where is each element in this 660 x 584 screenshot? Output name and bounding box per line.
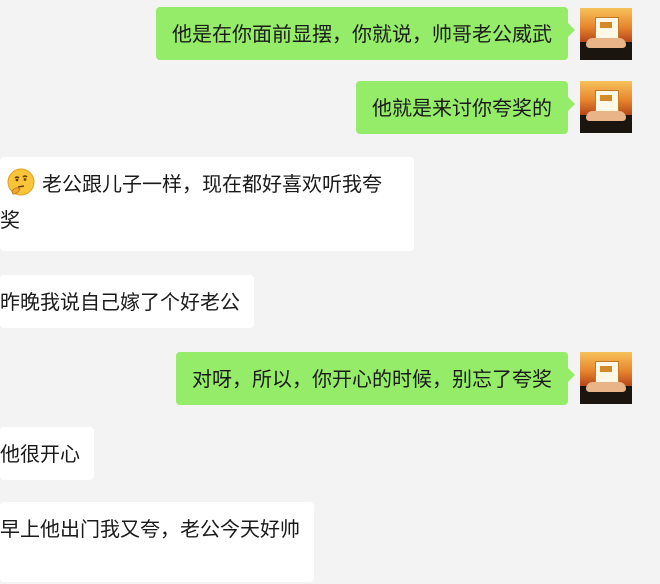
message-text: 对呀，所以，你开心的时候，别忘了夸奖	[192, 367, 552, 391]
outgoing-message-bubble[interactable]: 他是在你面前显摆，你就说，帅哥老公威武	[156, 7, 575, 60]
incoming-message-bubble[interactable]: 他很开心	[0, 427, 94, 480]
thinking-face-emoji-icon	[6, 167, 36, 197]
message-text: 昨晚我说自己嫁了个好老公	[0, 290, 240, 314]
outgoing-message-bubble[interactable]: 对呀，所以，你开心的时候，别忘了夸奖	[176, 352, 575, 405]
message-text: 老公跟儿子一样，现在都好喜欢听我夸奖	[0, 172, 382, 232]
incoming-message-bubble[interactable]: 老公跟儿子一样，现在都好喜欢听我夸奖	[0, 157, 414, 251]
my-avatar[interactable]	[580, 352, 632, 404]
message-text: 他是在你面前显摆，你就说，帅哥老公威武	[172, 22, 552, 46]
message-text: 他很开心	[0, 442, 80, 466]
my-avatar[interactable]	[580, 8, 632, 60]
message-text: 他就是来讨你夸奖的	[372, 96, 552, 120]
my-avatar[interactable]	[580, 81, 632, 133]
incoming-message-bubble[interactable]: 昨晚我说自己嫁了个好老公	[0, 275, 254, 328]
incoming-message-bubble[interactable]: 早上他出门我又夸，老公今天好帅	[0, 502, 314, 582]
outgoing-message-bubble[interactable]: 他就是来讨你夸奖的	[356, 81, 575, 134]
chat-message-area: 他是在你面前显摆，你就说，帅哥老公威武 他就是来讨你夸奖的 老公跟儿子一样，现在…	[0, 0, 660, 584]
message-text: 早上他出门我又夸，老公今天好帅	[0, 517, 300, 541]
